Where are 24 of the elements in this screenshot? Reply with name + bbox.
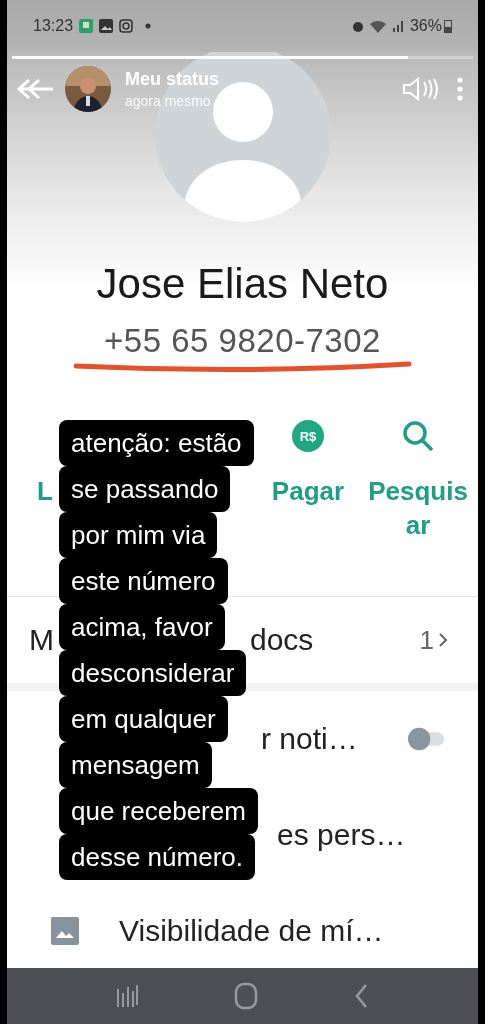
phone-number: +55 65 9820-7302: [104, 322, 381, 360]
battery-text: 36%: [409, 17, 442, 35]
search-icon[interactable]: [401, 419, 435, 453]
story-title: Meu status: [125, 69, 220, 90]
contact-name: Jose Elias Neto: [96, 260, 389, 308]
row-label[interactable]: r noti…: [261, 722, 358, 756]
image-icon: [51, 917, 79, 945]
row-label[interactable]: docs: [250, 623, 314, 657]
count-text: 1: [419, 624, 434, 656]
signal-icon: [391, 20, 404, 32]
row-label[interactable]: Visibilidade de mí…: [119, 914, 384, 948]
app-icon: [79, 19, 94, 33]
gallery-icon: [99, 19, 114, 33]
wifi-icon: [369, 19, 386, 33]
camera-icon: [119, 19, 134, 33]
row-label[interactable]: M: [29, 623, 54, 657]
dot-icon: [145, 23, 152, 29]
battery-icon: [444, 19, 452, 33]
recent-apps-icon[interactable]: [114, 983, 139, 1009]
more-icon[interactable]: [456, 76, 464, 102]
clock-text: 13:23: [33, 17, 74, 35]
row-label[interactable]: es pers…: [277, 818, 406, 852]
chevron-icon: [438, 632, 448, 648]
home-icon[interactable]: [234, 982, 259, 1010]
